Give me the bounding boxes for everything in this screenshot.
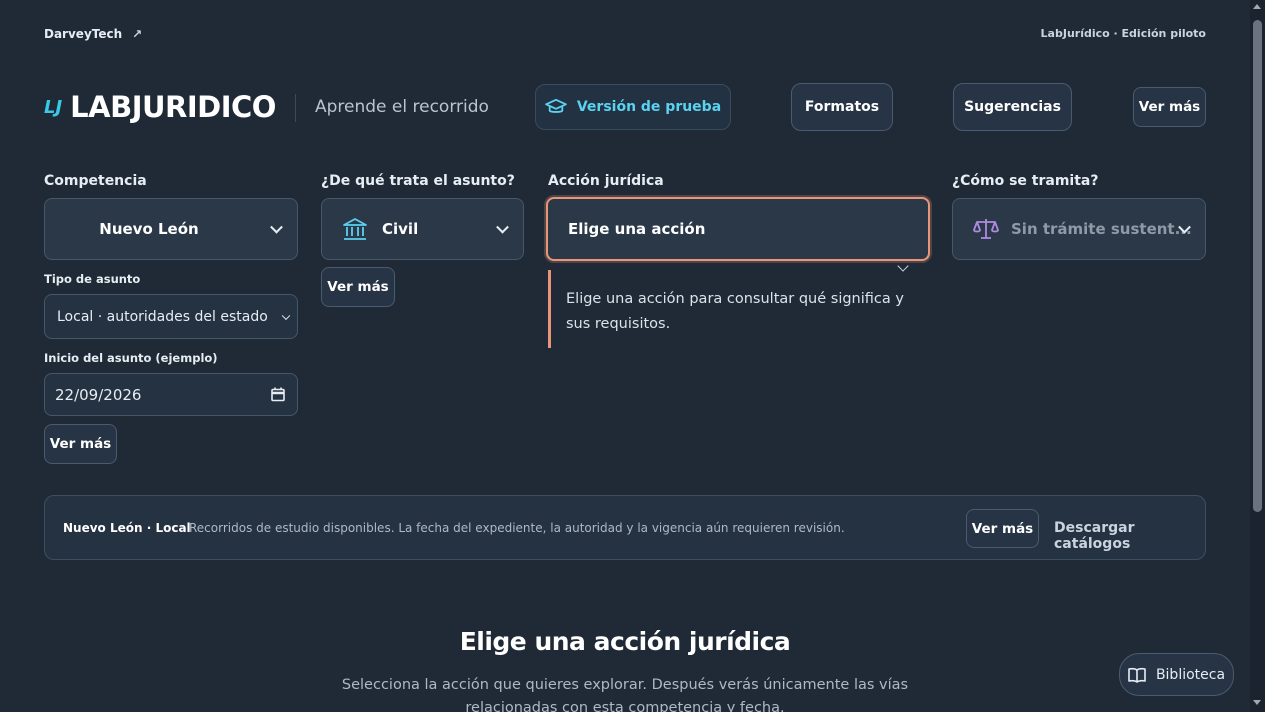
tramite-label: ¿Cómo se tramita? bbox=[952, 173, 1099, 189]
chevron-down-icon[interactable] bbox=[897, 260, 909, 272]
external-link-icon: ↗ bbox=[132, 27, 143, 41]
tipo-asunto-select[interactable]: Local · autoridades del estado bbox=[44, 294, 298, 339]
topbar-brand[interactable]: DarveyTech ↗ bbox=[44, 27, 142, 41]
logo-mark: LJ bbox=[44, 96, 63, 118]
scale-icon bbox=[973, 219, 999, 239]
tagline: Aprende el recorrido bbox=[315, 97, 489, 117]
header-more-button[interactable]: Ver más bbox=[1133, 87, 1206, 127]
download-catalogs-link[interactable]: Descargar catálogos bbox=[1054, 520, 1205, 552]
accion-select[interactable]: Elige una acción bbox=[546, 197, 930, 261]
info-message: Recorridos de estudio disponibles. La fe… bbox=[189, 521, 845, 535]
materia-value: Civil bbox=[382, 220, 419, 238]
inicio-value: 22/09/2026 bbox=[55, 385, 142, 404]
calendar-icon[interactable] bbox=[271, 387, 285, 402]
page-subtitle-line2: relacionadas con esta competencia y fech… bbox=[465, 700, 785, 712]
competencia-label: Competencia bbox=[44, 173, 147, 189]
formats-button[interactable]: Formatos bbox=[791, 83, 893, 131]
book-icon bbox=[1128, 667, 1146, 683]
competencia-select[interactable]: Nuevo León bbox=[44, 198, 298, 260]
trial-version-label: Versión de prueba bbox=[576, 99, 722, 115]
filters-more-button[interactable]: Ver más bbox=[44, 424, 117, 464]
page-subtitle-line1: Selecciona la acción que quieres explora… bbox=[341, 677, 909, 693]
accion-value: Elige una acción bbox=[568, 220, 706, 238]
tramite-select[interactable]: Sin trámite sustent... bbox=[952, 198, 1206, 260]
logo-text: LABJURIDICO bbox=[70, 90, 276, 124]
suggestions-button[interactable]: Sugerencias bbox=[953, 83, 1072, 131]
header-divider bbox=[295, 94, 296, 122]
library-button[interactable]: Biblioteca bbox=[1119, 653, 1234, 696]
accion-hint: Elige una acción para consultar qué sign… bbox=[566, 291, 904, 332]
graduation-cap-icon bbox=[545, 98, 567, 113]
scroll-up-icon[interactable] bbox=[1253, 4, 1261, 9]
scroll-down-icon[interactable] bbox=[1253, 700, 1261, 705]
chevron-down-icon bbox=[270, 220, 283, 234]
library-label: Biblioteca bbox=[1155, 666, 1226, 683]
tipo-asunto-label: Tipo de asunto bbox=[44, 272, 141, 286]
chevron-down-icon bbox=[281, 311, 291, 320]
hint-accent-bar bbox=[548, 270, 551, 348]
courthouse-icon bbox=[343, 218, 367, 240]
competencia-value: Nuevo León bbox=[99, 220, 199, 238]
logo[interactable]: LJ LABJURIDICO bbox=[44, 90, 276, 124]
chevron-down-icon bbox=[496, 220, 509, 234]
trial-version-button[interactable]: Versión de prueba bbox=[535, 84, 731, 130]
info-bar: Nuevo León · Local Recorridos de estudio… bbox=[44, 495, 1206, 560]
inicio-date-input[interactable]: 22/09/2026 bbox=[44, 373, 298, 416]
materia-select[interactable]: Civil bbox=[321, 198, 524, 260]
materia-label: ¿De qué trata el asunto? bbox=[321, 173, 515, 189]
brand-name: DarveyTech bbox=[44, 27, 123, 41]
scrollbar-thumb[interactable] bbox=[1253, 20, 1262, 512]
accion-label: Acción jurídica bbox=[548, 173, 664, 189]
inicio-label: Inicio del asunto (ejemplo) bbox=[44, 351, 218, 365]
info-more-button[interactable]: Ver más bbox=[966, 509, 1039, 548]
page-title: Elige una acción jurídica bbox=[459, 627, 791, 656]
tipo-asunto-value: Local · autoridades del estado bbox=[57, 308, 268, 325]
info-location: Nuevo León · Local bbox=[63, 521, 191, 535]
materia-more-button[interactable]: Ver más bbox=[321, 267, 395, 307]
tramite-value: Sin trámite sustent... bbox=[1011, 220, 1192, 238]
edition-label: LabJurídico · Edición piloto bbox=[1040, 27, 1206, 40]
